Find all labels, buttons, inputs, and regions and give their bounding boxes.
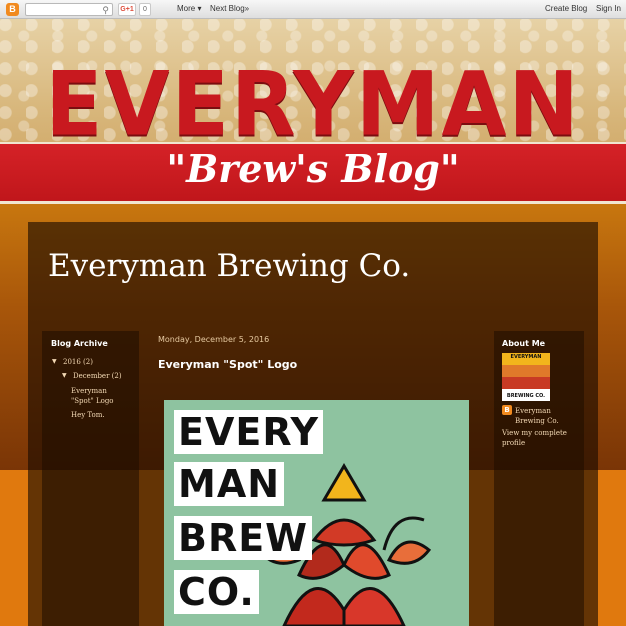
archive-month-toggle-icon[interactable]: ▼	[62, 372, 67, 379]
header-banner-title[interactable]: EVERYMAN	[0, 60, 626, 148]
thumb-top-text: EVERYMAN	[510, 354, 542, 360]
archive-post-link[interactable]: Hey Tom.	[71, 410, 105, 420]
logo-word: EVERY	[174, 410, 324, 454]
header-banner-subtitle[interactable]: "Brew's Blog"	[0, 146, 626, 191]
profile-thumbnail[interactable]: EVERYMAN BREWING CO.	[502, 353, 550, 401]
post-image[interactable]: EVERY MAN BREW CO.	[164, 400, 469, 626]
next-blog-link[interactable]: Next Blog»	[210, 4, 249, 13]
blogger-logo-icon[interactable]: B	[6, 3, 19, 16]
search-input[interactable]: ⚲	[25, 3, 113, 16]
archive-year-link[interactable]: 2016 (2)	[63, 357, 93, 367]
archive-post-link[interactable]: Everyman "Spot" Logo	[71, 386, 126, 406]
create-blog-link[interactable]: Create Blog	[545, 4, 587, 13]
about-heading: About Me	[502, 339, 546, 348]
profile-name-link[interactable]: Everyman Brewing Co.	[515, 406, 575, 426]
sign-in-link[interactable]: Sign In	[596, 4, 621, 13]
search-icon[interactable]: ⚲	[102, 5, 109, 16]
archive-year-toggle-icon[interactable]: ▼	[52, 358, 57, 365]
logo-word: MAN	[174, 462, 285, 506]
view-profile-link[interactable]: View my complete profile	[502, 428, 582, 448]
google-plus-count: 0	[139, 3, 151, 16]
post-title[interactable]: Everyman "Spot" Logo	[158, 358, 297, 371]
blog-title[interactable]: Everyman Brewing Co.	[48, 248, 410, 284]
logo-word: BREW	[174, 516, 313, 560]
blogger-navbar: B ⚲ G+1 0 More ▾ Next Blog» Create Blog …	[0, 0, 626, 19]
post-date: Monday, December 5, 2016	[158, 335, 270, 344]
more-menu-button[interactable]: More ▾	[177, 4, 201, 13]
archive-month-link[interactable]: December (2)	[73, 371, 122, 381]
google-plus-button[interactable]: G+1	[118, 3, 136, 16]
blogger-profile-icon: B	[502, 405, 512, 415]
archive-heading: Blog Archive	[51, 339, 108, 348]
logo-word: CO.	[174, 570, 259, 614]
thumb-bottom-text: BREWING CO.	[506, 393, 546, 399]
